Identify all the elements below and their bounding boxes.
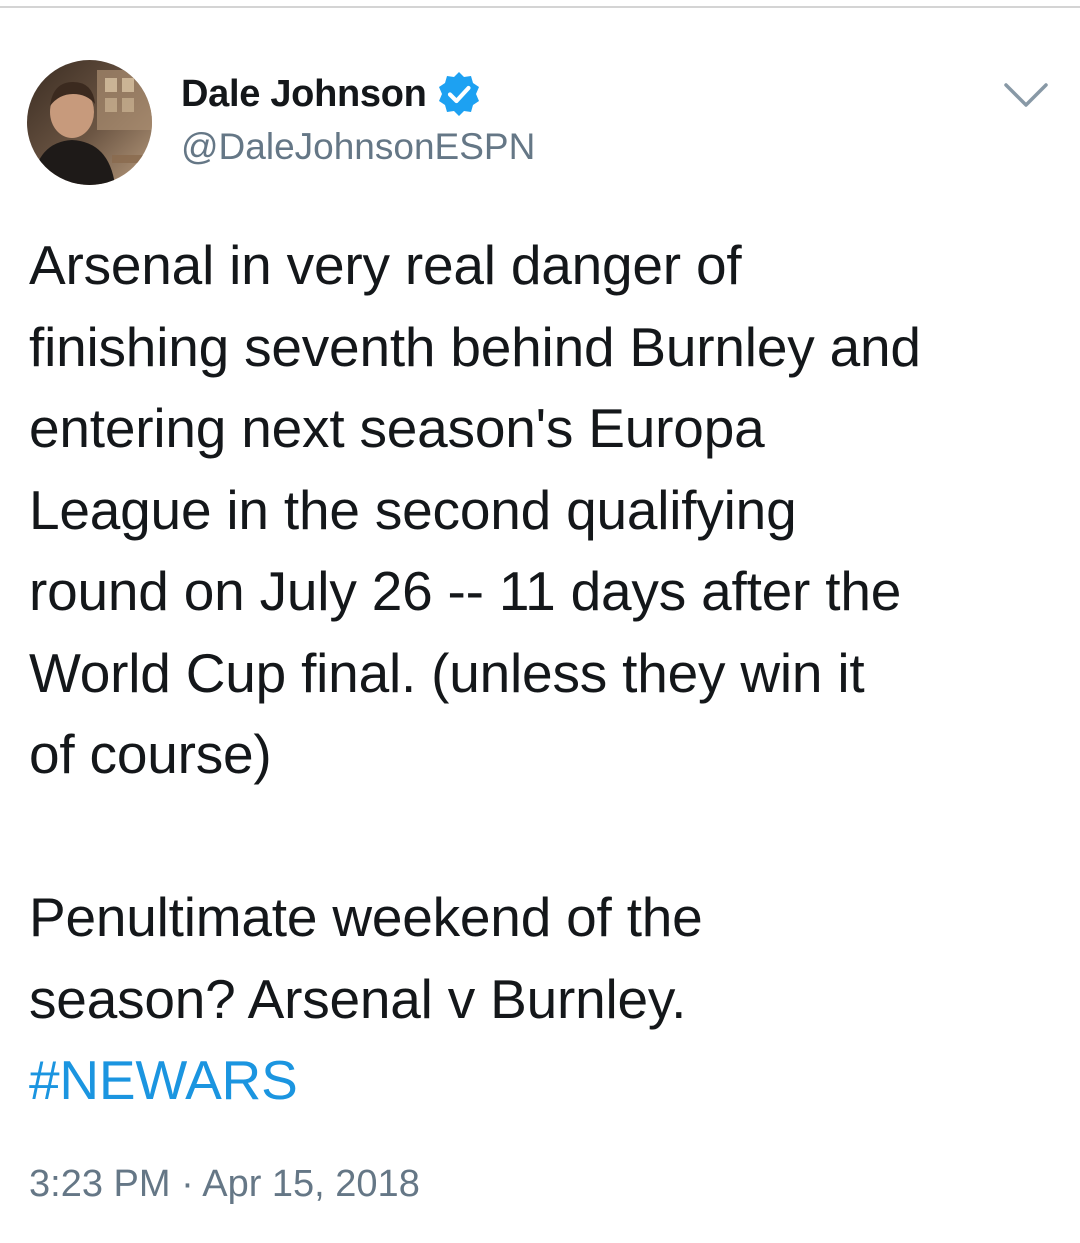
chevron-down-icon[interactable] [1000, 75, 1052, 115]
timestamp-separator: · [170, 1163, 203, 1205]
tweet-text-line: World Cup final. (unless they win it [29, 641, 865, 704]
tweet-date[interactable]: Apr 15, 2018 [202, 1163, 420, 1205]
verified-badge-icon [435, 70, 483, 118]
tweet-text-line: League in the second qualifying [29, 478, 797, 541]
author-name[interactable]: Dale Johnson [181, 70, 483, 118]
tweet-time[interactable]: 3:23 PM [29, 1163, 171, 1205]
tweet-text-line: round on July 26 -- 11 days after the [29, 560, 902, 622]
tweet-text-line: of course) [29, 723, 272, 785]
author-name-text[interactable]: Dale Johnson [181, 71, 427, 117]
tweet-text: Arsenal in very real danger of finishing… [29, 225, 1059, 1122]
tweet-text-line: Penultimate weekend of the [29, 886, 703, 948]
paragraph-break [29, 796, 1059, 878]
avatar[interactable] [27, 60, 152, 185]
tweet-screen: Dale Johnson @DaleJohnsonESPN Arsenal in… [0, 0, 1080, 1243]
author-handle[interactable]: @DaleJohnsonESPN [181, 125, 535, 169]
top-divider [0, 6, 1080, 8]
tweet-text-line: Arsenal in very real danger of [29, 234, 742, 296]
tweet-text-line: season? Arsenal v Burnley. [29, 967, 687, 1030]
hashtag-link[interactable]: #NEWARS [29, 1040, 1059, 1122]
tweet-text-line: finishing seventh behind Burnley and [29, 315, 921, 378]
tweet-text-line: entering next season's Europa [29, 397, 765, 459]
tweet-timestamp[interactable]: 3:23 PM · Apr 15, 2018 [29, 1158, 420, 1210]
